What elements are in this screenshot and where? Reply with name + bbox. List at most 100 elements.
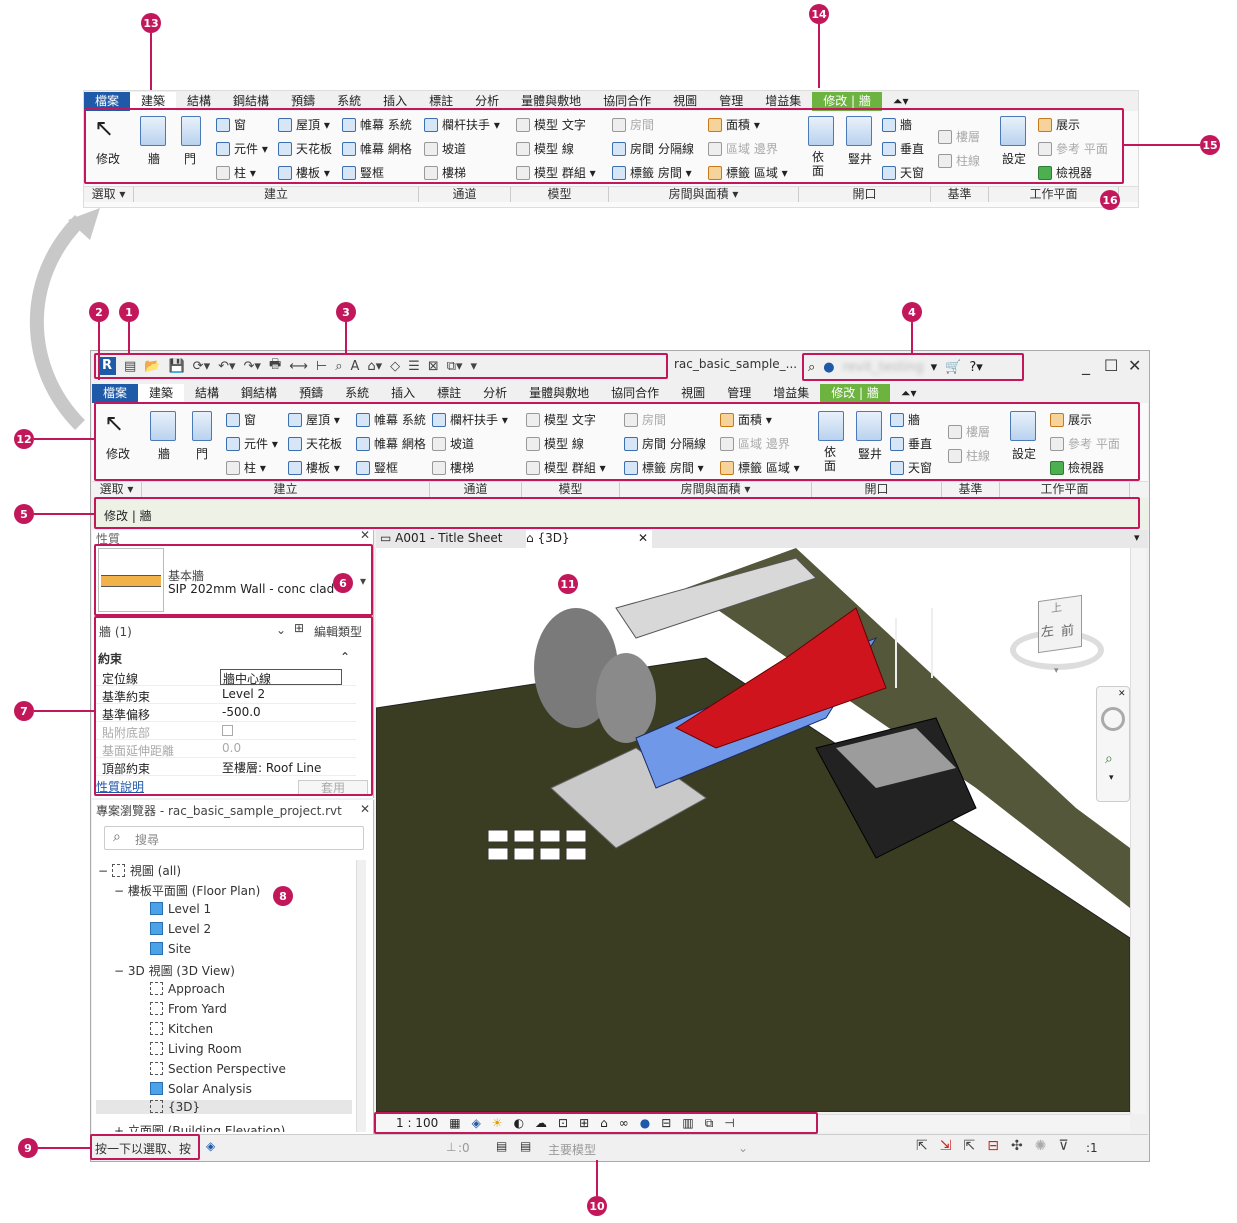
tree-kitchen[interactable]: Kitchen (150, 1022, 213, 1036)
panel-build-label: 建立 (134, 187, 419, 202)
main-tab-steel[interactable]: 鋼結構 (230, 384, 288, 403)
callout-3-line (345, 322, 347, 354)
view-tab-sheet[interactable]: ▭ A001 - Title Sheet (380, 530, 522, 548)
select-by-face-icon[interactable]: ⊟ (987, 1138, 999, 1154)
main-panel-opening-label: 開口 (812, 482, 942, 497)
tree-floor-plan[interactable]: − 樓板平面圖 (Floor Plan) (114, 882, 260, 899)
3d-view-icon (150, 1042, 163, 1055)
callout-10: 10 (587, 1196, 607, 1216)
view-tabs-menu-icon[interactable]: ▾ (1134, 531, 1140, 544)
nav-close-icon[interactable]: ✕ (1118, 689, 1126, 699)
background-process-icon[interactable]: ✺ (1035, 1138, 1047, 1154)
main-panel-build-label: 建立 (142, 482, 430, 497)
tree-3d-view[interactable]: − 3D 視圖 (3D View) (114, 962, 235, 979)
tree-level2[interactable]: Level 2 (150, 922, 211, 936)
viewport-horizontal-scrollbar[interactable] (818, 1114, 1130, 1132)
selection-count-icon[interactable]: ⊥ (446, 1140, 456, 1154)
search-icon: ⌕ (113, 829, 121, 845)
select-links-icon[interactable]: ⇱ (916, 1138, 928, 1154)
minimize-button[interactable]: _ (1082, 356, 1090, 375)
highlight-type-selector (94, 544, 373, 616)
tree-level1[interactable]: Level 1 (150, 902, 211, 916)
callout-12: 12 (14, 429, 34, 449)
callout-7-line (34, 710, 94, 712)
zoom-region-icon[interactable]: ⌕ (1105, 751, 1113, 767)
main-tab-modify-wall[interactable]: 修改 | 牆 (820, 384, 890, 403)
tree-solar-analysis[interactable]: Solar Analysis (150, 1082, 252, 1096)
panel-model-label: 模型 (511, 187, 609, 202)
selection-count: :0 (458, 1141, 470, 1155)
editable-only-icon[interactable]: ▤ (520, 1139, 531, 1153)
highlight-options-bar (94, 497, 1140, 529)
browser-search[interactable]: ⌕ 搜尋 (104, 826, 364, 850)
viewport-vertical-scrollbar[interactable] (1130, 548, 1146, 1114)
maximize-button[interactable]: ☐ (1104, 356, 1118, 375)
filter-icon[interactable]: ⊽ (1058, 1138, 1068, 1154)
tree-section-perspective[interactable]: Section Perspective (150, 1062, 286, 1076)
tree-kitchen-label: Kitchen (168, 1022, 214, 1036)
main-panel-room-label[interactable]: 房間與面積 ▾ (620, 482, 812, 497)
tree-3d-default[interactable]: {3D} (96, 1100, 352, 1114)
tree-elevation[interactable]: + 立面圖 (Building Elevation) (114, 1122, 285, 1132)
main-model-dropdown-icon[interactable]: ⌄ (738, 1141, 748, 1155)
main-tab-collaborate[interactable]: 協同合作 (600, 384, 670, 403)
main-model[interactable]: 主要模型 (548, 1141, 596, 1158)
main-tab-massing[interactable]: 量體與敷地 (518, 384, 600, 403)
nav-dropdown-icon[interactable]: ▾ (1109, 773, 1114, 783)
main-panel-workplane-label: 工作平面 (1000, 482, 1130, 497)
tree-living-room[interactable]: Living Room (150, 1042, 242, 1056)
main-tab-architecture[interactable]: 建築 (138, 384, 185, 403)
main-tab-annotate[interactable]: 標註 (426, 384, 472, 403)
view-tab-close-icon[interactable]: ✕ (638, 530, 648, 546)
tree-views-all-label: 視圖 (all) (129, 864, 182, 878)
panel-room-label[interactable]: 房間與面積 ▾ (609, 187, 799, 202)
main-tab-view[interactable]: 視圖 (670, 384, 716, 403)
viewcube-top-label: 上 (1051, 600, 1062, 616)
main-tab-structure[interactable]: 結構 (184, 384, 230, 403)
callout-14: 14 (809, 4, 829, 24)
tree-views-all[interactable]: − 視圖 (all) (98, 862, 181, 879)
drag-elements-icon[interactable]: ✣ (1011, 1138, 1023, 1154)
tree-level2-label: Level 2 (168, 922, 212, 936)
tree-section-perspective-label: Section Perspective (168, 1062, 286, 1076)
steering-wheel-icon[interactable] (1101, 707, 1125, 731)
viewcube-box[interactable]: 上 左 前 (1038, 594, 1082, 654)
callout-15-line (1124, 144, 1200, 146)
properties-close-icon[interactable]: ✕ (360, 528, 370, 542)
3d-view-icon (150, 1082, 163, 1095)
main-ribbon-minimize-icon[interactable]: ⏶▾ (890, 384, 928, 403)
tree-site-label: Site (168, 942, 192, 956)
viewcube[interactable]: 上 左 前 ▾ (1010, 594, 1104, 678)
main-tab-analyze[interactable]: 分析 (472, 384, 518, 403)
main-tab-insert[interactable]: 插入 (380, 384, 426, 403)
browser-scrollbar[interactable] (356, 860, 366, 1132)
close-button[interactable]: ✕ (1128, 356, 1141, 375)
select-pinned-icon[interactable]: ⇱ (963, 1138, 975, 1154)
callout-15: 15 (1200, 135, 1220, 155)
workset-icon[interactable]: ◈ (206, 1139, 215, 1153)
view-tab-3d-icon: ⌂ (526, 531, 534, 545)
tree-site[interactable]: Site (150, 942, 191, 956)
floor-plan-view-icon (150, 942, 163, 955)
main-tab-addins[interactable]: 增益集 (762, 384, 820, 403)
main-tab-precast[interactable]: 預鑄 (288, 384, 334, 403)
browser-close-icon[interactable]: ✕ (360, 802, 370, 816)
view-tab-3d[interactable]: ⌂ {3D} ✕ (526, 530, 652, 548)
zoomed-panel-labels: 選取 ▾ 建立 通道 模型 房間與面積 ▾ 開口 基準 工作平面 (84, 186, 1138, 202)
callout-3: 3 (336, 302, 356, 322)
tree-approach[interactable]: Approach (150, 982, 225, 996)
main-tab-systems[interactable]: 系統 (334, 384, 380, 403)
main-tab-manage[interactable]: 管理 (716, 384, 762, 403)
view-tab-sheet-label: A001 - Title Sheet (395, 531, 503, 545)
select-underlay-icon[interactable]: ⇲ (940, 1138, 952, 1154)
callout-12-line (34, 438, 94, 440)
browser-title: 專案瀏覽器 - rac_basic_sample_project.rvt (96, 804, 342, 818)
main-panel-select-label[interactable]: 選取 ▾ (92, 482, 142, 497)
design-options-icon[interactable]: ▤ (496, 1139, 507, 1153)
main-tab-file[interactable]: 檔案 (92, 384, 139, 403)
navigation-bar: ✕ ⌕ ▾ (1096, 686, 1130, 802)
tree-3d-default-label: {3D} (168, 1100, 201, 1114)
sheet-icon: ▭ (380, 531, 392, 545)
highlight-status-prompt (90, 1134, 200, 1160)
tree-from-yard[interactable]: From Yard (150, 1002, 227, 1016)
